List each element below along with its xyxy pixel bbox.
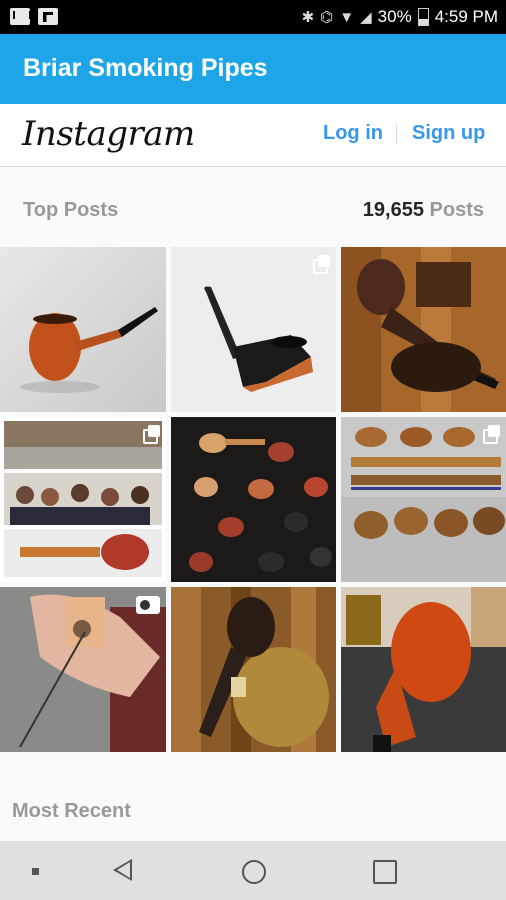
back-icon[interactable]: [113, 859, 132, 881]
top-posts-heading: Top Posts: [23, 199, 119, 221]
multi-photo-icon: [483, 425, 500, 444]
wifi-icon: ▼: [339, 8, 355, 26]
post-count: 19,655 Posts: [363, 199, 484, 222]
post-tile-8[interactable]: [171, 587, 336, 752]
cast-icon: ⌬: [320, 9, 334, 26]
status-bar: ✱ ⌬ ▼ ◢ 30% 4:59 PM: [0, 0, 506, 34]
post-tile-1[interactable]: [0, 247, 166, 412]
clock: 4:59 PM: [434, 7, 498, 26]
post-count-number: 19,655: [362, 199, 424, 221]
instagram-logo[interactable]: Instagram: [22, 114, 195, 154]
signup-link[interactable]: Sign up: [412, 122, 485, 145]
home-icon[interactable]: [242, 860, 266, 884]
post-tile-2[interactable]: [171, 247, 336, 412]
instagram-header: Instagram Log in Sign up: [0, 104, 506, 167]
signal-icon: ◢: [360, 9, 372, 26]
most-recent-heading: Most Recent: [12, 800, 131, 822]
pipe-photo: [171, 587, 336, 752]
flipboard-icon: [38, 8, 58, 25]
post-tile-4[interactable]: [0, 417, 166, 582]
mail-icon: [10, 8, 30, 25]
bluetooth-icon: ✱: [301, 9, 315, 26]
post-tile-9[interactable]: [341, 587, 506, 752]
pipe-photo: [0, 247, 166, 412]
divider: [396, 124, 397, 144]
video-icon: [136, 596, 160, 614]
post-tile-5[interactable]: [171, 417, 336, 582]
pipe-bowls-photo: [341, 417, 506, 582]
multi-photo-icon: [313, 255, 330, 274]
collage-photo: [0, 417, 166, 582]
app-bar: Briar Smoking Pipes: [0, 34, 506, 104]
app-title: Briar Smoking Pipes: [23, 54, 268, 82]
login-link[interactable]: Log in: [323, 122, 383, 145]
pipe-photo: [341, 587, 506, 752]
post-count-label: Posts: [429, 199, 484, 221]
pipe-photo: [341, 247, 506, 412]
post-tile-6[interactable]: [341, 417, 506, 582]
pipe-photo: [171, 247, 336, 412]
recents-icon[interactable]: [373, 860, 397, 884]
pipes-photo: [171, 417, 336, 582]
navigation-bar: [0, 841, 506, 900]
post-tile-3[interactable]: [341, 247, 506, 412]
battery-percent: 30%: [377, 7, 412, 26]
multi-photo-icon: [143, 425, 160, 444]
dot-icon[interactable]: [32, 868, 39, 875]
post-tile-7[interactable]: [0, 587, 166, 752]
battery-icon: [417, 8, 429, 26]
